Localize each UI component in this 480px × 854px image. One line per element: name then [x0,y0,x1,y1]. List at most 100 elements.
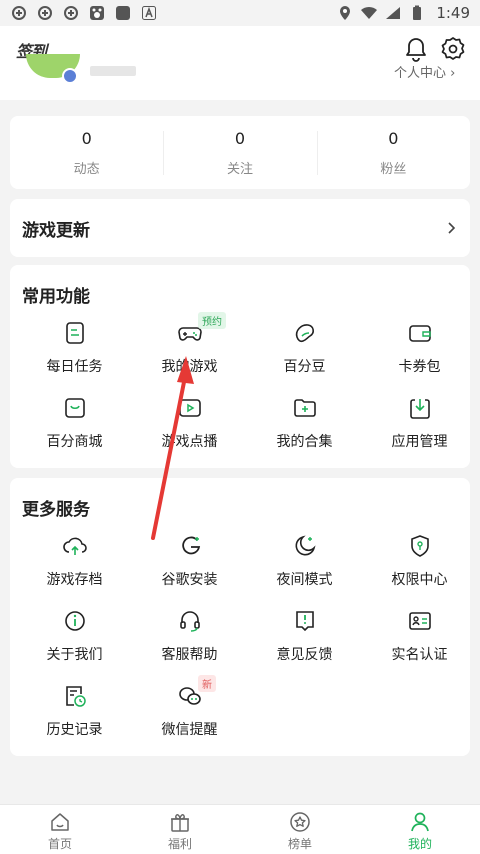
stat-value: 0 [234,128,246,148]
stat-label: 关注 [226,161,253,177]
grid-item-real-name[interactable]: 实名认证 [362,608,477,664]
home-icon [51,813,69,831]
battery-icon [408,4,426,22]
gear-icon[interactable] [440,36,466,62]
level-tag [90,66,136,76]
grid-item-about[interactable]: 关于我们 [17,608,132,664]
grid-item-feedback[interactable]: 意见反馈 [247,608,362,664]
user-icon [411,812,429,832]
paw-icon [88,4,106,22]
download-manage-icon [409,399,430,419]
id-card-icon [408,612,431,630]
location-icon [336,4,354,22]
grid-label: 权限中心 [391,572,448,588]
reservation-badge: 预约 [198,312,226,329]
tab-welfare[interactable]: 福利 [120,805,240,854]
chevron-right-icon [448,222,456,234]
common-functions-card: 常用功能 每日任务 预约 我的游戏 百分豆 卡券包 百分商城 游戏点播 我的合集… [10,265,470,468]
grid-label: 微信提醒 [161,722,218,738]
notification-icon [10,4,28,22]
grid-label: 意见反馈 [276,647,333,663]
tab-label: 榜单 [287,837,312,851]
grid-item-collection[interactable]: 我的合集 [247,395,362,451]
gift-icon [171,814,189,832]
personal-center-link[interactable]: 个人中心 › [394,62,455,78]
grid-label: 客服帮助 [161,647,218,663]
game-update-title: 游戏更新 [22,220,90,241]
tab-home[interactable]: 首页 [0,805,120,854]
grid-label: 夜间模式 [276,572,333,588]
game-update-row[interactable]: 游戏更新 [10,199,470,257]
stat-value: 0 [388,128,399,148]
daily-task-icon [65,322,84,344]
more-services-card: 更多服务 游戏存档 谷歌安装 夜间模式 权限中心 关于我们 客服帮助 意见反馈 [10,478,470,756]
bell-icon[interactable] [403,36,429,62]
grid-label: 游戏存档 [46,572,103,588]
stats-card: 0 动态 0 关注 0 粉丝 [10,116,470,189]
new-badge: 新 [198,675,216,692]
tab-label: 福利 [167,837,192,851]
grid-item-permission[interactable]: 权限中心 [362,533,477,589]
notification-icon [36,4,54,22]
grid-item-night-mode[interactable]: 夜间模式 [247,533,362,589]
grid-item-history[interactable]: 历史记录 [17,683,132,739]
grid-label: 历史记录 [46,722,103,738]
a-icon [140,4,158,22]
grid-item-daily-task[interactable]: 每日任务 [17,320,132,376]
star-badge-icon [290,812,310,832]
stat-following[interactable]: 0 关注 [163,129,316,177]
app-square-icon [114,4,132,22]
google-icon [181,536,200,555]
grid-label: 百分商城 [46,434,103,450]
grid-label: 卡券包 [398,359,441,375]
status-bar: 1:49 [0,0,480,26]
signal-icon [384,4,402,22]
section-title: 更多服务 [22,500,90,520]
tab-label: 我的 [407,837,432,851]
grid-item-game-save[interactable]: 游戏存档 [17,533,132,589]
gender-badge [62,68,78,84]
headset-icon [179,611,200,632]
stat-value: 0 [81,128,92,148]
grid-label: 谷歌安装 [161,572,218,588]
grid-item-coupons[interactable]: 卡券包 [362,320,477,376]
grid-item-video[interactable]: 游戏点播 [132,395,247,451]
history-icon [65,686,86,707]
cloud-upload-icon [62,537,87,555]
grid-item-customer-service[interactable]: 客服帮助 [132,608,247,664]
wallet-icon [408,325,431,342]
grid-label: 我的合集 [276,434,333,450]
grid-item-bean[interactable]: 百分豆 [247,320,362,376]
store-icon [64,398,85,418]
moon-icon [295,535,316,556]
grid-item-google-install[interactable]: 谷歌安装 [132,533,247,589]
bean-icon [295,324,314,343]
grid-label: 每日任务 [46,359,103,375]
stat-fans[interactable]: 0 粉丝 [316,128,470,177]
wifi-icon [360,4,378,22]
grid-label: 我的游戏 [161,359,218,375]
grid-item-store[interactable]: 百分商城 [17,395,132,451]
bottom-tab-bar: 首页 福利 榜单 我的 [0,804,480,854]
tab-mine[interactable]: 我的 [360,805,480,854]
stat-dynamics[interactable]: 0 动态 [10,129,163,177]
stat-label: 动态 [73,161,100,177]
grid-item-app-manage[interactable]: 应用管理 [362,395,477,451]
clock: 1:49 [436,4,470,22]
grid-label: 游戏点播 [161,434,218,450]
grid-label: 应用管理 [391,434,448,450]
grid-item-wechat-reminder[interactable]: 新 微信提醒 [132,675,247,739]
tab-ranking[interactable]: 榜单 [240,805,360,854]
shield-icon [410,535,429,557]
profile-header: 签到 个人中心 › [0,26,480,100]
grid-label: 百分豆 [283,359,326,375]
stat-label: 粉丝 [380,161,407,177]
section-title: 常用功能 [22,287,90,307]
grid-item-my-games[interactable]: 预约 我的游戏 [132,312,247,376]
folder-plus-icon [293,399,316,417]
info-icon [64,611,85,631]
grid-label: 关于我们 [46,647,103,663]
tab-label: 首页 [47,837,72,851]
feedback-icon [295,611,314,632]
notification-icon [62,4,80,22]
